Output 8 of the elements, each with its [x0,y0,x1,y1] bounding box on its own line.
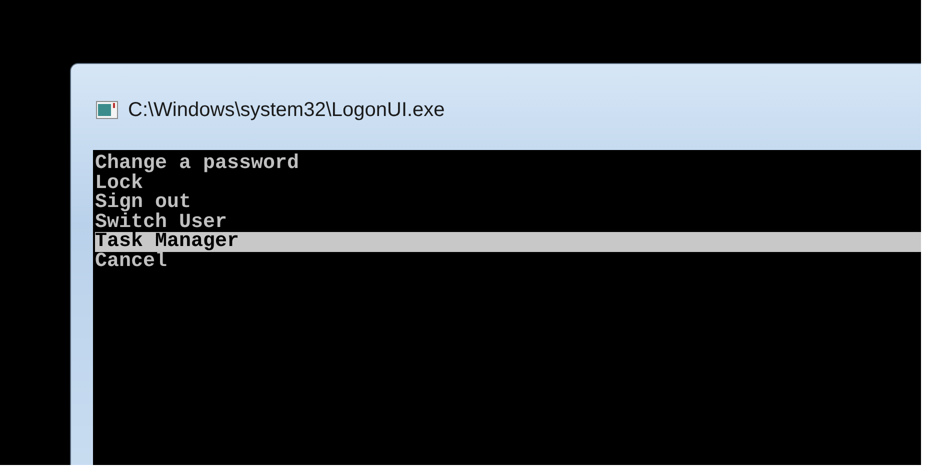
menu-item[interactable]: Lock [95,174,921,193]
menu-item[interactable]: Cancel [95,252,921,271]
menu-item[interactable]: Task Manager [95,232,921,252]
menu-item[interactable]: Change a password [95,154,921,174]
menu-item[interactable]: Sign out [95,193,921,212]
menu-item[interactable]: Switch User [95,212,921,232]
window-title: C:\Windows\system32\LogonUI.exe [128,98,445,122]
console-icon [96,101,118,119]
